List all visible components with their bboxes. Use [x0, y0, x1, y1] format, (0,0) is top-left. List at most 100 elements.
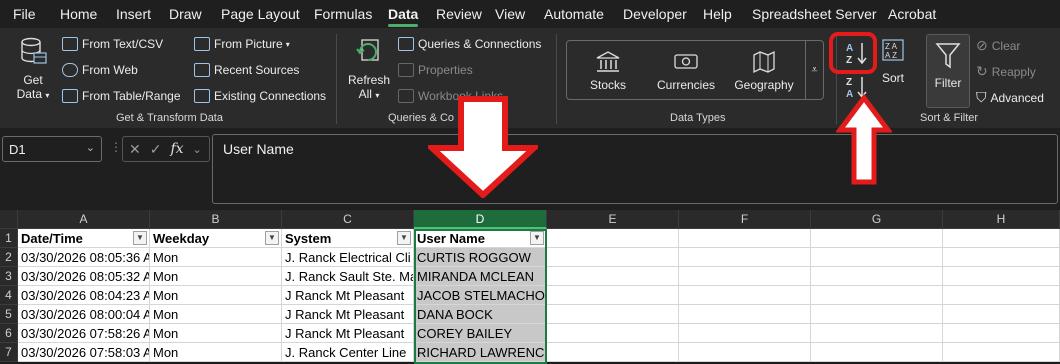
table-cell[interactable]: [547, 343, 679, 362]
table-cell[interactable]: J. Ranck Sault Ste. Ma: [282, 267, 414, 286]
recent-sources-button[interactable]: Recent Sources: [194, 63, 299, 77]
header-cell[interactable]: [943, 229, 1060, 248]
table-cell[interactable]: JACOB STELMACHOWSKE: [414, 286, 583, 305]
table-cell[interactable]: Mon: [150, 248, 282, 267]
reapply-button[interactable]: ↻ Reapply: [976, 63, 1036, 80]
table-cell[interactable]: J Ranck Mt Pleasant: [282, 305, 414, 324]
get-data-button[interactable]: Get Data ▾: [12, 36, 54, 101]
header-cell[interactable]: Date/Time ▼: [18, 229, 150, 248]
table-cell[interactable]: [811, 324, 943, 343]
table-cell[interactable]: 03/30/2026 08:05:36 A: [18, 248, 150, 267]
table-cell[interactable]: [811, 267, 943, 286]
table-cell[interactable]: [811, 248, 943, 267]
table-cell[interactable]: [679, 248, 811, 267]
table-cell[interactable]: 03/30/2026 07:58:03 A: [18, 343, 150, 362]
table-cell[interactable]: [547, 305, 679, 324]
header-cell[interactable]: Weekday ▼: [150, 229, 282, 248]
column-header-a[interactable]: A: [18, 210, 150, 229]
table-cell[interactable]: 03/30/2026 08:05:32 A: [18, 267, 150, 286]
table-cell[interactable]: [943, 286, 1060, 305]
table-cell[interactable]: Mon: [150, 286, 282, 305]
header-cell[interactable]: System ▼: [282, 229, 414, 248]
table-cell[interactable]: DANA BOCK: [414, 305, 547, 324]
table-cell[interactable]: [943, 343, 1060, 362]
header-cell[interactable]: User Name ▼: [414, 229, 547, 248]
existing-connections-button[interactable]: Existing Connections: [194, 89, 326, 103]
stocks-button[interactable]: Stocks: [583, 49, 633, 92]
queries-connections-button[interactable]: Queries & Connections: [398, 37, 541, 51]
row-header[interactable]: 3: [0, 267, 18, 286]
column-header-e[interactable]: E: [547, 210, 679, 229]
tab-acrobat[interactable]: Acrobat: [888, 6, 936, 22]
table-cell[interactable]: Mon: [150, 267, 282, 286]
column-header-b[interactable]: B: [150, 210, 282, 229]
tab-page-layout[interactable]: Page Layout: [221, 6, 300, 22]
filter-dropdown-icon[interactable]: ▼: [530, 231, 544, 245]
geography-button[interactable]: Geography: [733, 49, 795, 92]
tab-help[interactable]: Help: [703, 6, 732, 22]
tab-draw[interactable]: Draw: [169, 6, 202, 22]
insert-function-button[interactable]: fx: [170, 141, 183, 157]
column-header-c[interactable]: C: [282, 210, 414, 229]
table-cell[interactable]: [943, 248, 1060, 267]
table-cell[interactable]: 03/30/2026 08:00:04 A: [18, 305, 150, 324]
table-cell[interactable]: [679, 343, 811, 362]
from-table-range-button[interactable]: From Table/Range: [62, 89, 181, 103]
row-header[interactable]: 4: [0, 286, 18, 305]
table-cell[interactable]: J. Ranck Electrical Cli: [282, 248, 414, 267]
header-cell[interactable]: [811, 229, 943, 248]
check-icon[interactable]: ✓: [150, 141, 162, 158]
table-cell[interactable]: MIRANDA MCLEAN: [414, 267, 547, 286]
filter-button[interactable]: Filter: [926, 34, 970, 108]
table-cell[interactable]: J. Ranck Center Line: [282, 343, 414, 362]
column-header-f[interactable]: F: [679, 210, 811, 229]
row-header[interactable]: 2: [0, 248, 18, 267]
table-cell[interactable]: RICHARD LAWRENCE: [414, 343, 553, 362]
tab-file[interactable]: File: [13, 6, 36, 22]
table-cell[interactable]: [679, 267, 811, 286]
table-cell[interactable]: [811, 343, 943, 362]
header-cell[interactable]: [679, 229, 811, 248]
filter-dropdown-icon[interactable]: ▼: [397, 231, 411, 245]
tab-review[interactable]: Review: [436, 6, 482, 22]
table-cell[interactable]: J Ranck Mt Pleasant: [282, 286, 414, 305]
table-cell[interactable]: [943, 305, 1060, 324]
table-cell[interactable]: 03/30/2026 08:04:23 A: [18, 286, 150, 305]
table-cell[interactable]: CURTIS ROGGOW: [414, 248, 547, 267]
refresh-all-button[interactable]: Refresh All ▾: [344, 36, 394, 101]
table-cell[interactable]: Mon: [150, 324, 282, 343]
row-header[interactable]: 5: [0, 305, 18, 324]
tab-insert[interactable]: Insert: [116, 6, 151, 22]
table-cell[interactable]: J Ranck Mt Pleasant: [282, 324, 414, 343]
table-cell[interactable]: [943, 267, 1060, 286]
table-cell[interactable]: Mon: [150, 305, 282, 324]
tab-data[interactable]: Data: [388, 6, 419, 27]
table-cell[interactable]: [547, 286, 679, 305]
table-cell[interactable]: [547, 248, 679, 267]
gallery-more-button[interactable]: ⩡: [805, 41, 823, 99]
table-cell[interactable]: 03/30/2026 07:58:26 A: [18, 324, 150, 343]
cancel-icon[interactable]: ✕: [129, 141, 141, 158]
from-web-button[interactable]: From Web: [62, 63, 138, 77]
properties-button[interactable]: Properties: [398, 63, 473, 77]
row-header[interactable]: 7: [0, 343, 18, 362]
table-cell[interactable]: [811, 305, 943, 324]
advanced-filter-button[interactable]: ⛉ Advanced: [976, 89, 1044, 106]
sort-button[interactable]: Z A A Z Sort: [876, 36, 910, 85]
column-header-d[interactable]: D: [414, 210, 547, 229]
filter-dropdown-icon[interactable]: ▼: [265, 231, 279, 245]
table-cell[interactable]: [679, 324, 811, 343]
table-cell[interactable]: [679, 305, 811, 324]
name-box[interactable]: D1 ⌄: [2, 136, 102, 162]
row-header[interactable]: 6: [0, 324, 18, 343]
tab-developer[interactable]: Developer: [623, 6, 687, 22]
select-all-corner[interactable]: [0, 210, 18, 229]
table-cell[interactable]: [547, 267, 679, 286]
tab-spreadsheet-server[interactable]: Spreadsheet Server: [752, 6, 877, 22]
table-cell[interactable]: [679, 286, 811, 305]
column-header-g[interactable]: G: [811, 210, 943, 229]
table-cell[interactable]: [811, 286, 943, 305]
table-cell[interactable]: COREY BAILEY: [414, 324, 547, 343]
header-cell[interactable]: [547, 229, 679, 248]
tab-home[interactable]: Home: [60, 6, 97, 22]
